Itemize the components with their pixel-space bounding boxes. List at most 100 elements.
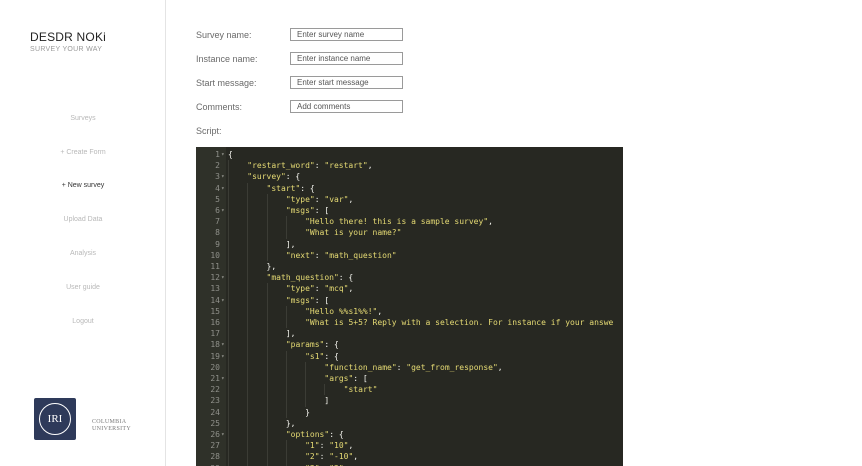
code-line: 22 "start" <box>196 384 623 396</box>
indent-guide <box>266 193 268 205</box>
indent-guide <box>228 294 229 306</box>
line-number: 18 <box>210 340 220 350</box>
indent-guide <box>266 451 268 463</box>
indent-guide <box>228 272 229 284</box>
indent-guide <box>228 339 229 351</box>
indent-guide <box>247 395 249 407</box>
line-number: 15 <box>210 306 220 316</box>
code-line: 1 ▾{ <box>196 149 623 160</box>
code-text: "msgs": [ <box>285 206 330 215</box>
code-line: 21 ▾ "args": [ <box>196 373 623 385</box>
fold-arrow-icon[interactable]: ▾ <box>221 205 225 216</box>
comments-label: Comments: <box>196 102 243 112</box>
code-line: 20 "function_name": "get_from_response", <box>196 361 623 373</box>
footer-logos: IRI Columbia University <box>34 398 131 440</box>
code-text: "start": { <box>266 183 315 193</box>
nav-item-analysis[interactable]: Analysis <box>0 250 166 257</box>
fold-arrow-icon[interactable]: ▾ <box>221 295 225 306</box>
line-number: 10 <box>210 250 220 260</box>
indent-guide <box>285 317 287 329</box>
indent-guide <box>266 373 268 385</box>
line-number: 8 <box>215 228 220 238</box>
script-editor[interactable]: 1 ▾{2 "restart_word": "restart", 3 ▾ "survey"… <box>196 147 623 466</box>
start-message-input[interactable] <box>290 76 403 89</box>
indent-guide <box>266 406 268 418</box>
nav-item-new-survey[interactable]: + New survey <box>0 182 166 189</box>
indent-guide <box>285 395 287 407</box>
code-line: 25}, <box>196 417 623 429</box>
indent-guide <box>228 440 229 452</box>
indent-guide <box>247 317 249 329</box>
indent-guide <box>305 373 307 385</box>
fold-arrow-icon[interactable]: ▾ <box>221 351 225 362</box>
fold-arrow-icon[interactable]: ▾ <box>221 429 225 440</box>
indent-guide <box>228 249 229 261</box>
fold-arrow-icon[interactable]: ▾ <box>221 339 225 350</box>
code-text: "function_name": "get_from_response", <box>324 362 503 372</box>
fold-arrow-icon[interactable]: ▾ <box>221 373 225 384</box>
indent-guide <box>228 205 229 217</box>
indent-guide <box>228 160 229 172</box>
code-text: "args": [ <box>324 374 368 383</box>
code-text: "type": "mcq", <box>285 284 354 294</box>
indent-guide <box>228 216 229 228</box>
line-number: 7 <box>215 217 220 227</box>
indent-guide <box>247 406 249 418</box>
nav-item-create-form[interactable]: + Create Form <box>0 149 166 156</box>
fold-arrow-icon[interactable]: ▾ <box>221 149 225 160</box>
line-number: 27 <box>210 441 220 451</box>
code-text: "2": "-10", <box>305 452 359 462</box>
indent-guide <box>228 384 229 396</box>
line-number: 20 <box>210 362 220 372</box>
line-number: 29 <box>196 463 220 466</box>
indent-guide <box>266 429 268 441</box>
nav-item-user-guide[interactable]: User guide <box>0 284 166 291</box>
indent-guide <box>266 227 268 239</box>
line-number: 6 <box>215 206 220 215</box>
instance-name-input[interactable] <box>290 52 403 65</box>
code-text: "What is 5+5? Reply with a selection. Fo… <box>305 318 614 327</box>
indent-guide <box>266 205 268 217</box>
comments-input[interactable] <box>290 100 403 113</box>
nav-item-logout[interactable]: Logout <box>0 318 166 325</box>
line-number: 13 <box>210 284 220 294</box>
indent-guide <box>247 350 249 362</box>
code-line: 4 ▾ "start": { <box>196 182 623 194</box>
code-line: 6 ▾ "msgs": [ <box>196 205 623 217</box>
indent-guide <box>247 216 249 228</box>
survey-name-input[interactable] <box>290 28 403 41</box>
indent-guide <box>266 249 268 261</box>
indent-guide <box>305 395 307 407</box>
code-line: 3 ▾ "survey": { <box>196 171 623 183</box>
indent-guide <box>285 451 287 463</box>
code-text: "type": "var", <box>285 194 354 204</box>
fold-arrow-icon[interactable]: ▾ <box>221 272 225 283</box>
indent-guide <box>228 238 229 250</box>
line-number: 23 <box>210 396 220 406</box>
fold-arrow-icon[interactable]: ▾ <box>221 183 225 194</box>
indent-guide <box>228 305 229 317</box>
indent-guide <box>228 328 229 340</box>
nav-item-surveys[interactable]: Surveys <box>0 115 166 122</box>
line-number: 14 <box>210 295 220 305</box>
indent-guide <box>247 384 249 396</box>
code-line: 13 "type": "mcq", <box>196 283 623 295</box>
indent-guide <box>228 227 229 239</box>
code-text: "s1": { <box>305 351 339 361</box>
indent-guide <box>285 373 287 385</box>
indent-guide <box>247 328 249 340</box>
code-text: "3": "2" <box>305 463 344 466</box>
line-number: 25 <box>210 418 220 428</box>
code-text: "start" <box>343 385 378 395</box>
fold-arrow-icon[interactable]: ▾ <box>221 171 225 182</box>
indent-guide <box>228 361 229 373</box>
indent-guide <box>247 227 249 239</box>
nav-item-upload-data[interactable]: Upload Data <box>0 216 166 223</box>
iri-logo: IRI <box>34 398 76 440</box>
line-number: 21 <box>210 374 220 383</box>
indent-guide <box>228 429 229 441</box>
indent-guide <box>228 182 229 194</box>
code-text: { <box>228 150 233 159</box>
code-text: "survey": { <box>247 172 301 182</box>
instance-name-label: Instance name: <box>196 54 258 64</box>
